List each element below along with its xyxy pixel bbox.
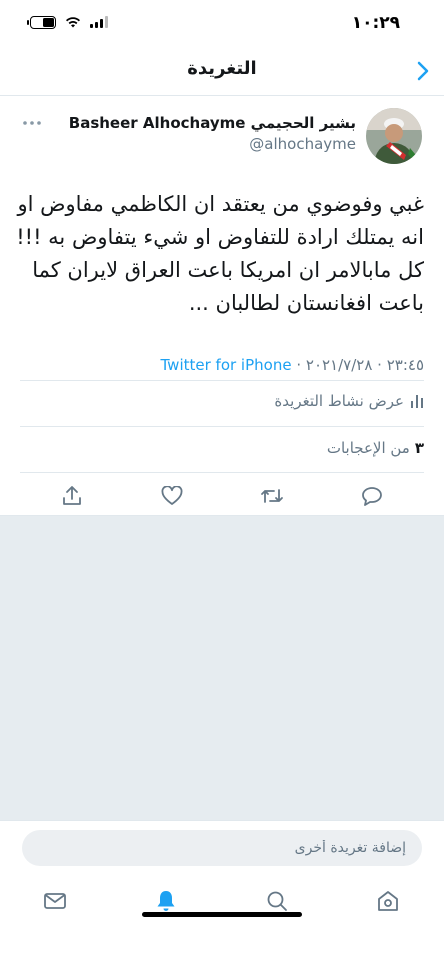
retweet-button[interactable] [260, 484, 284, 508]
more-options-button[interactable] [22, 114, 42, 126]
status-indicators [27, 15, 108, 29]
tweet-source[interactable]: Twitter for iPhone [161, 356, 292, 374]
signal-icon [90, 16, 108, 28]
tweet-text: غبي وفوضوي من يعتقد ان الكاظمي مفاوض او … [16, 192, 424, 315]
wifi-icon [66, 17, 80, 28]
status-bar: ١٠:٢٩ [0, 0, 444, 46]
tweet-author[interactable]: بشير الحجيمي Basheer Alhochayme @alhocha… [69, 114, 356, 153]
avatar[interactable] [366, 108, 422, 164]
meta-separator: · [372, 356, 387, 374]
replies-area [0, 516, 444, 820]
tweet-date: ٢٠٢١/٧/٢٨ [305, 356, 373, 374]
share-icon [63, 486, 81, 505]
meta-separator: · [291, 356, 306, 374]
tab-notifications[interactable] [153, 888, 179, 914]
like-button[interactable] [160, 484, 184, 508]
tab-messages[interactable] [42, 888, 68, 914]
back-button[interactable] [410, 58, 436, 84]
tweet-meta: Twitter for iPhone · ٢٣:٤٥ · ٢٠٢١/٧/٢٨ [161, 356, 425, 374]
likes-row[interactable]: ٣ من الإعجابات [327, 439, 424, 457]
likes-count: ٣ [414, 439, 424, 457]
add-tweet-input[interactable] [22, 830, 422, 866]
divider [20, 380, 424, 381]
bell-icon [157, 891, 175, 911]
tweet-activity-link[interactable]: عرض نشاط التغريدة [274, 392, 424, 410]
heart-icon [161, 486, 183, 505]
tweet-actions [0, 484, 444, 510]
compose-box [22, 830, 422, 866]
author-name: بشير الحجيمي Basheer Alhochayme [68, 114, 356, 132]
divider [20, 426, 424, 427]
nav-header: التغريدة [0, 46, 444, 96]
activity-label: عرض نشاط التغريدة [274, 392, 404, 410]
author-handle: @alhochayme [249, 135, 356, 153]
tab-home[interactable] [375, 888, 401, 914]
tab-search[interactable] [264, 888, 290, 914]
bar-chart-icon [411, 395, 423, 408]
search-icon [267, 891, 287, 911]
home-icon [378, 891, 398, 911]
tab-bar [0, 876, 444, 926]
mail-icon [44, 893, 66, 909]
status-time: ١٠:٢٩ [351, 13, 400, 33]
page-title: التغريدة [187, 58, 257, 79]
tweet-detail: بشير الحجيمي Basheer Alhochayme @alhocha… [0, 96, 444, 516]
compose-bar [0, 820, 444, 876]
chevron-right-icon [417, 61, 429, 81]
share-button[interactable] [60, 484, 84, 508]
reply-button[interactable] [360, 484, 384, 508]
retweet-icon [261, 489, 283, 503]
battery-icon [27, 15, 56, 29]
more-horizontal-icon [23, 121, 41, 125]
likes-label: من الإعجابات [326, 439, 410, 457]
comment-icon [362, 487, 382, 506]
home-indicator [142, 912, 302, 917]
avatar-photo-icon [366, 108, 422, 164]
divider [20, 472, 424, 473]
tweet-time: ٢٣:٤٥ [386, 356, 424, 374]
